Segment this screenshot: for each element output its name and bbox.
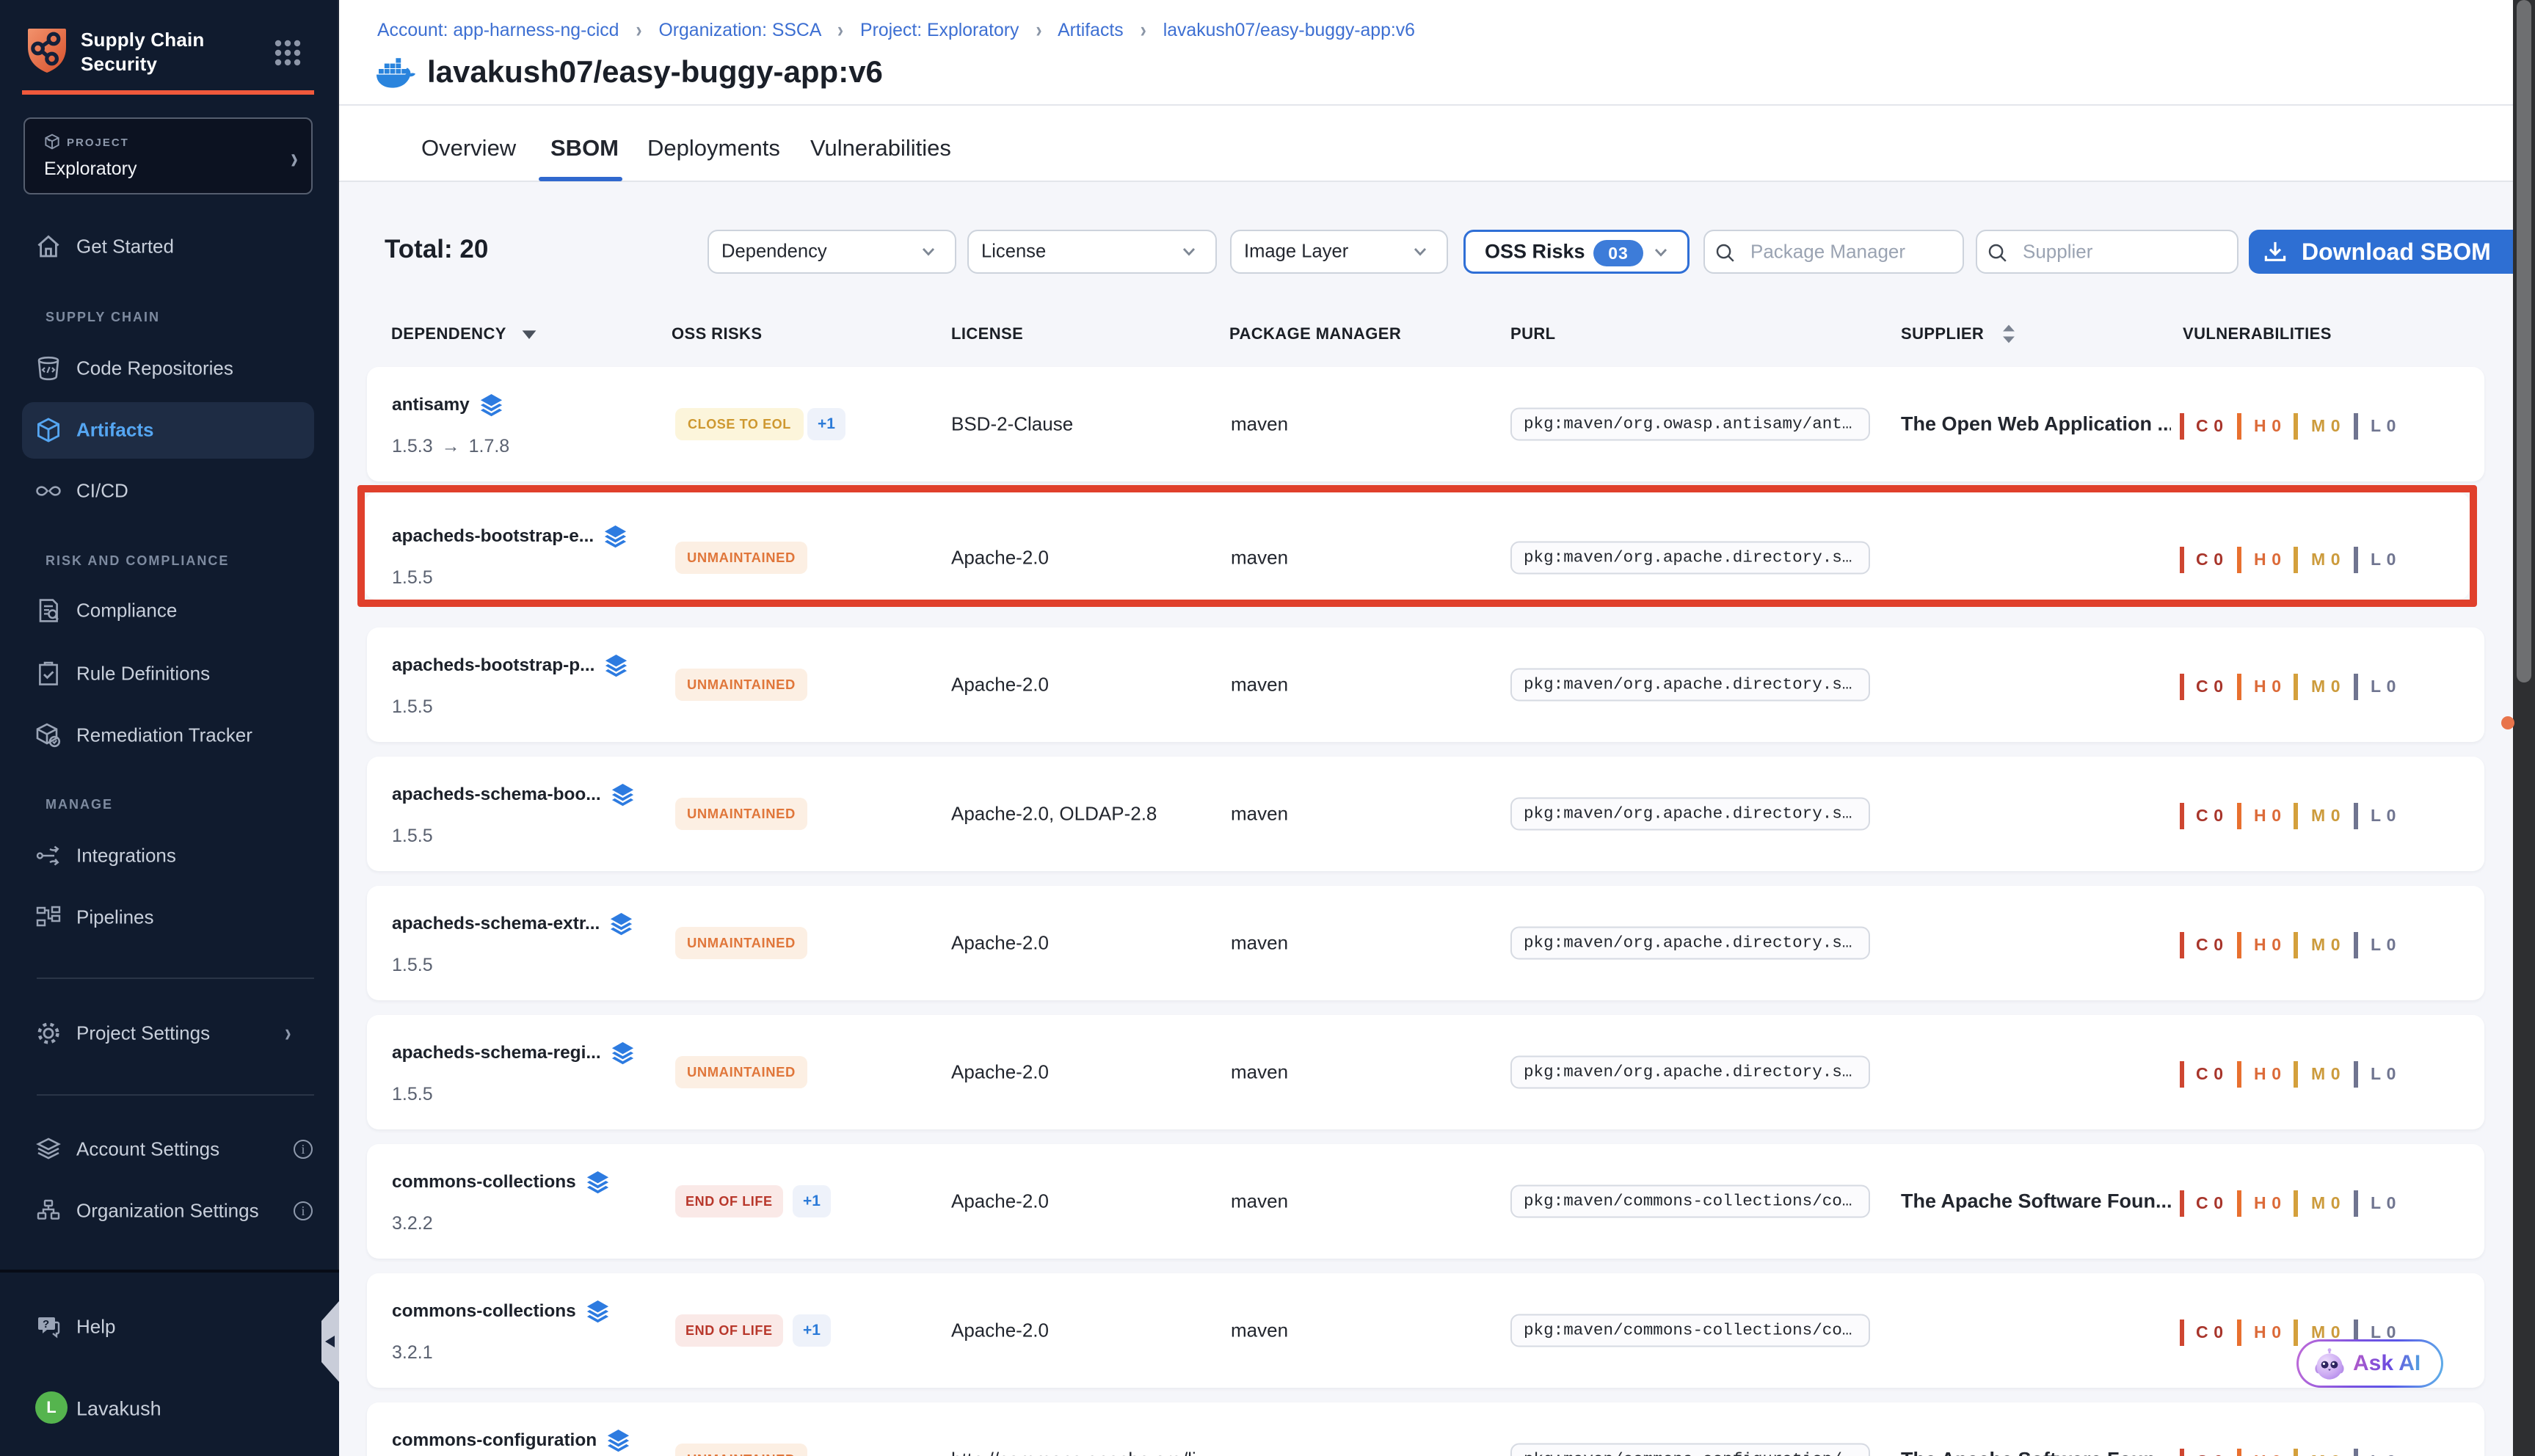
svg-text:?: ? [43,1318,49,1331]
